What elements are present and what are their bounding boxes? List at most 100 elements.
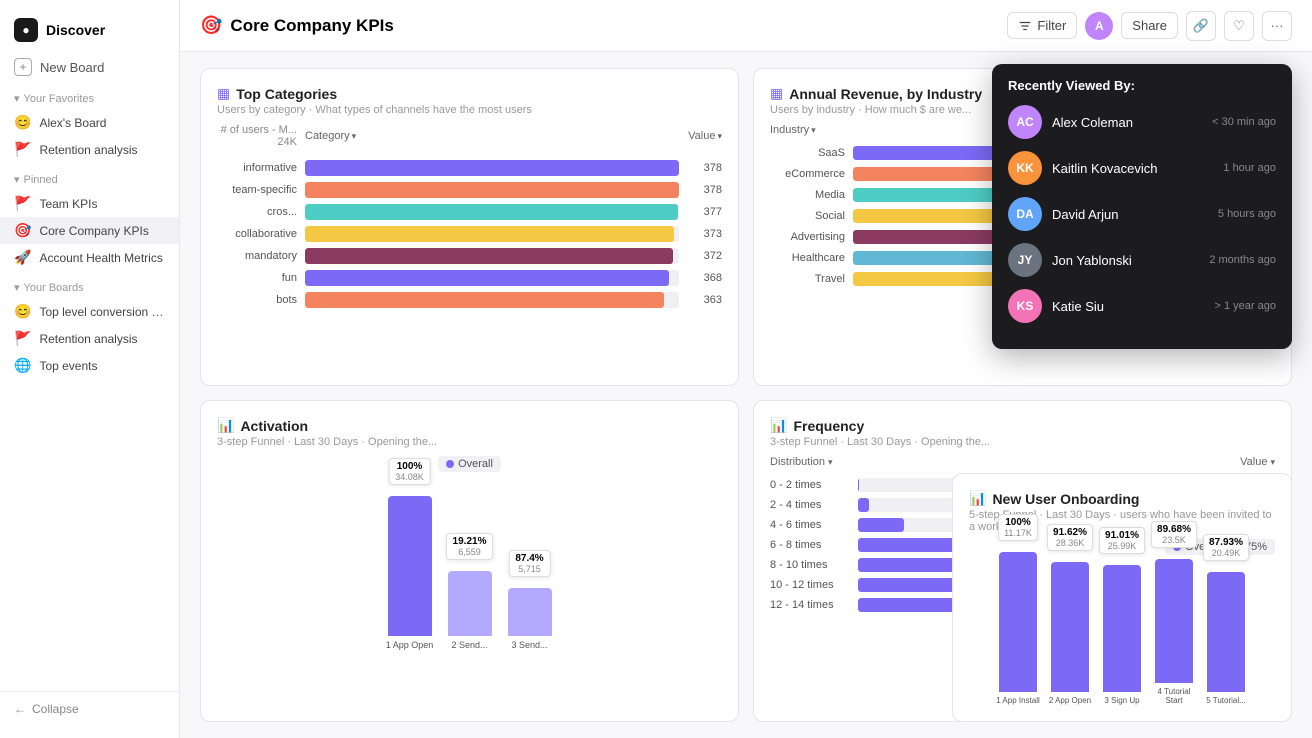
activation-card: 📊 Activation 3-step Funnel · Last 30 Day… xyxy=(200,400,739,722)
pinned-label: Pinned xyxy=(24,174,58,186)
flag-icon: 🚩 xyxy=(14,141,31,158)
collapse-button[interactable]: ← Collapse xyxy=(0,691,179,726)
funnel-bar: 87.4%5,715 xyxy=(508,588,552,636)
freq-label: 0 - 2 times xyxy=(770,479,850,491)
freq-bar-fill xyxy=(858,518,904,532)
nuo-funnel-tooltip: 91.62%28.36K xyxy=(1047,524,1093,551)
bar-value: 372 xyxy=(687,250,722,262)
favorite-button[interactable]: ♡ xyxy=(1224,11,1254,41)
new-board-label: New Board xyxy=(40,60,104,75)
category-row: fun 368 xyxy=(217,270,722,286)
bar-track xyxy=(305,292,679,308)
sidebar-item-label: Top events xyxy=(39,359,97,373)
frequency-header: Distribution ▾ Value ▾ xyxy=(770,456,1275,468)
bar-value: 378 xyxy=(687,184,722,196)
funnel-step-label: 1 App Open xyxy=(385,640,435,650)
bar-fill xyxy=(305,204,678,220)
sidebar-logo[interactable]: ● Discover xyxy=(0,12,179,52)
flag-icon: 🚩 xyxy=(14,330,31,347)
industry-label: Industry xyxy=(770,124,809,136)
emoji-icon: 😊 xyxy=(14,114,31,131)
nuo-step-label: 5 Tutorial... xyxy=(1203,696,1249,705)
col-industry-header[interactable]: Industry ▾ xyxy=(770,124,816,136)
nuo-funnel-bar: 91.01%25.99K xyxy=(1103,565,1141,692)
filter-icon xyxy=(1018,19,1032,33)
new-user-onboarding-card: 📊 New User Onboarding 5-step Funnel · La… xyxy=(952,473,1292,722)
boards-header[interactable]: ▾ Your Boards xyxy=(0,271,179,298)
filter-button[interactable]: Filter xyxy=(1007,12,1077,39)
title-icon: 🎯 xyxy=(200,15,222,36)
new-board-button[interactable]: + New Board xyxy=(0,52,179,82)
sidebar-item-account-health[interactable]: 🚀 Account Health Metrics xyxy=(0,244,179,271)
funnel-column: 19.21%6,5592 Send... xyxy=(445,571,495,650)
sidebar-item-core-company-kpis[interactable]: 🎯 Core Company KPIs xyxy=(0,217,179,244)
industry-name: Advertising xyxy=(770,231,845,243)
revenue-icon: ▦ xyxy=(770,85,783,102)
share-button[interactable]: Share xyxy=(1121,12,1178,39)
plus-icon: + xyxy=(14,58,32,76)
activation-subtitle: 3-step Funnel · Last 30 Days · Opening t… xyxy=(217,436,722,448)
link-button[interactable]: 🔗 xyxy=(1186,11,1216,41)
title-text: Core Company KPIs xyxy=(230,16,393,36)
freq-label: 8 - 10 times xyxy=(770,559,850,571)
overall-label: Overall xyxy=(458,458,493,470)
sidebar-item-label: Core Company KPIs xyxy=(39,224,148,238)
rocket-icon: 🚀 xyxy=(14,249,31,266)
bar-label: bots xyxy=(217,294,297,306)
activation-icon: 📊 xyxy=(217,417,234,434)
popup-rows: AC Alex Coleman < 30 min ago KK Kaitlin … xyxy=(1008,105,1276,323)
sidebar-item-top-level[interactable]: 😊 Top level conversion rates xyxy=(0,298,179,325)
sidebar-item-alexs-board[interactable]: 😊 Alex's Board xyxy=(0,109,179,136)
recently-viewed-row: KK Kaitlin Kovacevich 1 hour ago xyxy=(1008,151,1276,185)
sidebar-item-top-events[interactable]: 🌐 Top events xyxy=(0,352,179,379)
industry-name: Media xyxy=(770,189,845,201)
industry-name: SaaS xyxy=(770,147,845,159)
distribution-label: Distribution xyxy=(770,456,825,468)
funnel-bar: 19.21%6,559 xyxy=(448,571,492,636)
bar-fill xyxy=(305,292,664,308)
favorites-header[interactable]: ▾ Your Favorites xyxy=(0,82,179,109)
sidebar-item-label: Team KPIs xyxy=(39,197,97,211)
bar-label: fun xyxy=(217,272,297,284)
chevron-down-icon: ▾ xyxy=(14,92,20,105)
nuo-funnel-tooltip: 87.93%20.49K xyxy=(1203,534,1249,561)
logo-icon: ● xyxy=(14,18,38,42)
viewer-avatar: KK xyxy=(1008,151,1042,185)
viewer-name: Jon Yablonski xyxy=(1052,253,1199,268)
nuo-funnel-tooltip: 89.68%23.5K xyxy=(1151,521,1197,548)
sidebar-item-label: Retention analysis xyxy=(39,143,137,157)
viewer-avatar: AC xyxy=(1008,105,1042,139)
nuo-funnel-column: 91.62%28.36K2 App Open xyxy=(1047,562,1093,705)
viewer-time: > 1 year ago xyxy=(1215,300,1276,312)
more-button[interactable]: ··· xyxy=(1262,11,1292,41)
col-category-header[interactable]: Category ▾ xyxy=(305,124,356,148)
viewer-avatar: DA xyxy=(1008,197,1042,231)
viewer-name: Kaitlin Kovacevich xyxy=(1052,161,1213,176)
category-row: informative 378 xyxy=(217,160,722,176)
recently-viewed-row: AC Alex Coleman < 30 min ago xyxy=(1008,105,1276,139)
col-value-header[interactable]: Value ▾ xyxy=(688,124,722,148)
user-avatar: A xyxy=(1085,12,1113,40)
categories-chart: informative 378 team-specific 378 cros..… xyxy=(217,160,722,308)
sidebar-item-retention-analysis[interactable]: 🚩 Retention analysis xyxy=(0,325,179,352)
dist-col-header[interactable]: Distribution ▾ xyxy=(770,456,833,468)
revenue-title: Annual Revenue, by Industry xyxy=(789,86,982,102)
categories-title: Top Categories xyxy=(236,86,337,102)
value-col-header[interactable]: Value ▾ xyxy=(1240,456,1275,468)
category-row: collaborative 373 xyxy=(217,226,722,242)
industry-name: Travel xyxy=(770,273,845,285)
category-row: mandatory 372 xyxy=(217,248,722,264)
bar-label: collaborative xyxy=(217,228,297,240)
pinned-header[interactable]: ▾ Pinned xyxy=(0,163,179,190)
nuo-step-label: 2 App Open xyxy=(1047,696,1093,705)
viewer-name: Alex Coleman xyxy=(1052,115,1202,130)
nuo-funnel-column: 89.68%23.5K4 Tutorial Start xyxy=(1151,559,1197,705)
sidebar-item-team-kpis[interactable]: 🚩 Team KPIs xyxy=(0,190,179,217)
activation-overall: Overall xyxy=(217,456,722,472)
nuo-funnel-tooltip: 91.01%25.99K xyxy=(1099,527,1145,554)
frequency-subtitle: 3-step Funnel · Last 30 Days · Opening t… xyxy=(770,436,1275,448)
bar-label: cros... xyxy=(217,206,297,218)
nuo-title: New User Onboarding xyxy=(992,491,1139,507)
bar-value: 377 xyxy=(687,206,722,218)
sidebar-item-retention-analysis-fav[interactable]: 🚩 Retention analysis xyxy=(0,136,179,163)
